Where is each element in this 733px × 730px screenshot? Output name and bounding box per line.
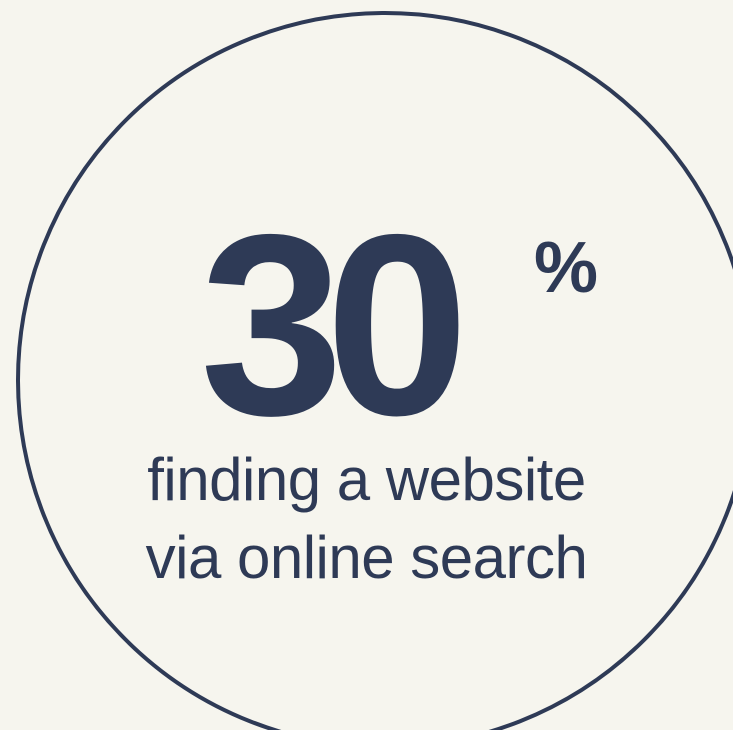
stat-caption-line-1: finding a website xyxy=(147,446,586,513)
stat-caption-line-2: via online search xyxy=(145,524,588,591)
stat-value: 30 xyxy=(200,180,469,469)
stat-unit: % xyxy=(534,228,599,308)
stat-block: 30 % finding a website via online search xyxy=(0,0,733,730)
